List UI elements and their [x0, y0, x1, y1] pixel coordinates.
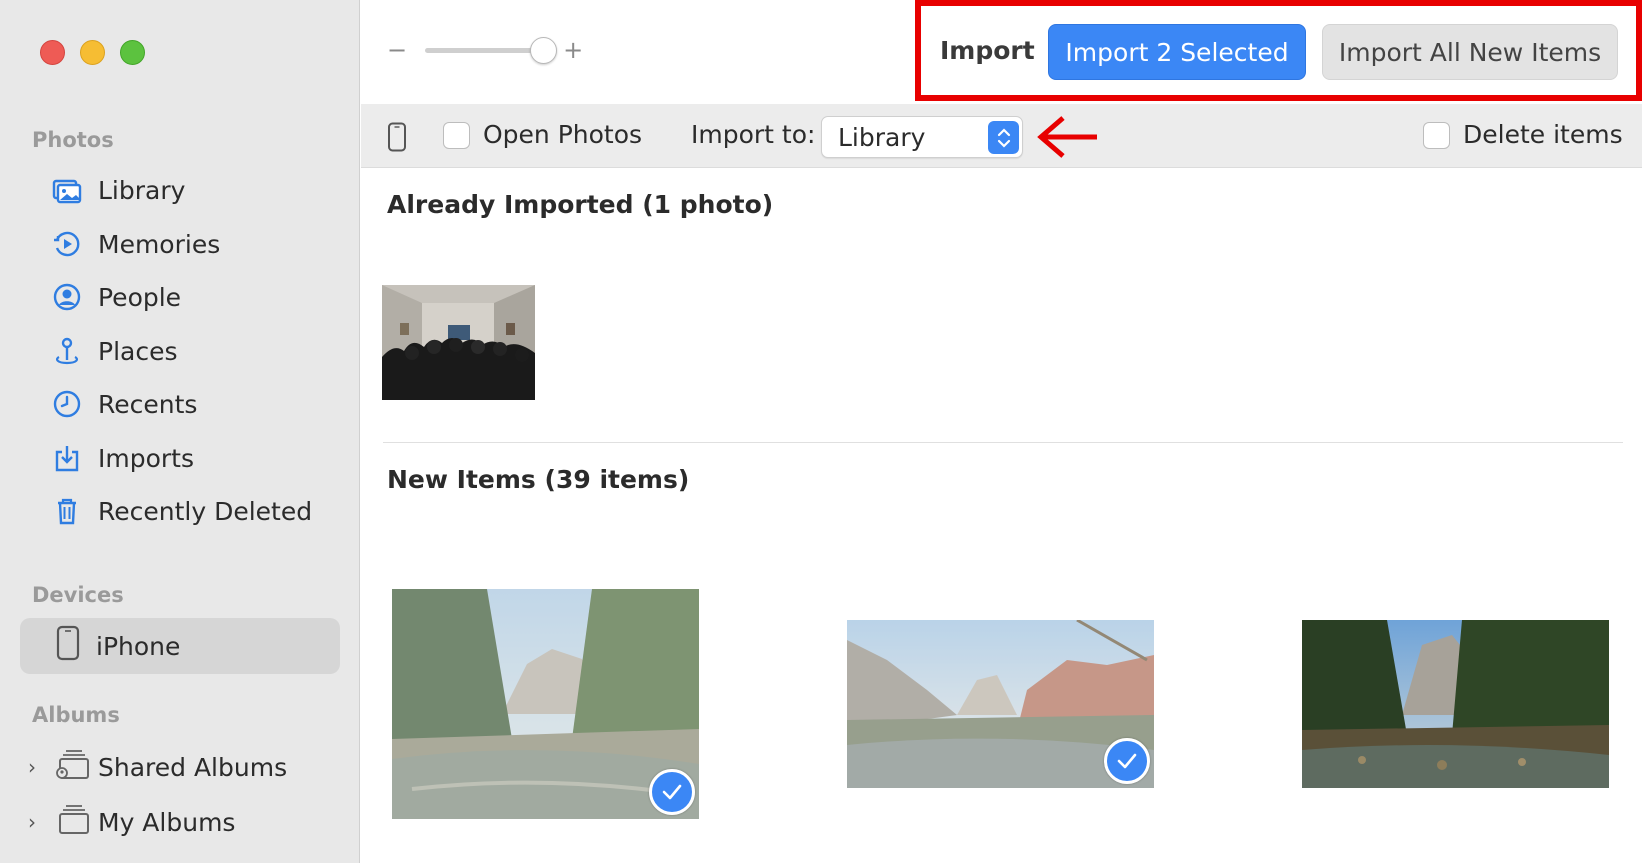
import-label: Import — [940, 36, 1035, 65]
import-options-bar: Open Photos Import to: Library Delete it… — [361, 104, 1642, 168]
import-tray-icon — [50, 441, 84, 475]
open-photos-label: Open Photos — [483, 120, 643, 149]
window-controls — [40, 40, 145, 65]
sidebar-item-label: Imports — [98, 443, 194, 473]
sidebar-item-places[interactable]: Places — [50, 329, 178, 373]
close-window-button[interactable] — [40, 40, 65, 65]
import-to-value: Library — [838, 123, 926, 152]
sidebar-item-label: Library — [98, 175, 186, 205]
shared-albums-icon — [54, 747, 90, 787]
sidebar-item-label: Memories — [98, 229, 221, 259]
sidebar-item-label: My Albums — [98, 807, 236, 837]
sidebar-item-people[interactable]: People — [50, 275, 181, 319]
zoom-slider[interactable] — [425, 36, 558, 64]
clock-icon — [50, 387, 84, 421]
delete-items-label: Delete items — [1463, 120, 1623, 149]
import-to-label: Import to: — [691, 120, 816, 149]
sidebar-item-label: Recents — [98, 389, 198, 419]
device-phone-icon — [387, 122, 407, 156]
annotation-arrow-icon — [1033, 112, 1101, 166]
photo-library-icon — [50, 173, 84, 207]
sidebar-item-shared-albums[interactable]: › Shared Albums — [28, 745, 287, 789]
iphone-icon — [56, 625, 80, 667]
sidebar-item-memories[interactable]: Memories — [50, 222, 220, 266]
disclosure-chevron-icon[interactable]: › — [28, 755, 46, 779]
delete-items-checkbox[interactable] — [1423, 122, 1450, 149]
zoom-in-button[interactable]: + — [563, 36, 583, 64]
section-label-albums: Albums — [32, 703, 120, 727]
sidebar-item-label: iPhone — [96, 631, 181, 661]
section-label-devices: Devices — [32, 583, 124, 607]
sidebar-item-label: Shared Albums — [98, 752, 288, 782]
minimize-window-button[interactable] — [80, 40, 105, 65]
already-imported-photo-thumbnail[interactable] — [382, 285, 535, 400]
sidebar-item-label: People — [98, 282, 182, 312]
new-item-photo-thumbnail[interactable] — [1302, 620, 1609, 788]
memories-icon — [50, 227, 84, 261]
new-item-photo-thumbnail[interactable] — [847, 620, 1154, 788]
zoom-window-button[interactable] — [120, 40, 145, 65]
sidebar: Photos Library Memories People Places Re… — [0, 0, 360, 863]
sidebar-item-label: Recently Deleted — [98, 496, 313, 526]
new-items-heading: New Items (39 items) — [387, 465, 690, 494]
sidebar-item-iphone[interactable]: iPhone — [20, 618, 340, 674]
already-imported-heading: Already Imported (1 photo) — [387, 190, 774, 219]
sidebar-item-label: Places — [98, 336, 178, 366]
open-photos-checkbox[interactable] — [443, 122, 470, 149]
selected-checkmark-icon[interactable] — [1104, 738, 1150, 784]
import-all-new-items-button[interactable]: Import All New Items — [1322, 24, 1618, 80]
trash-icon — [50, 494, 84, 528]
section-divider — [383, 442, 1623, 443]
disclosure-chevron-icon[interactable]: › — [28, 810, 46, 834]
select-stepper-icon — [988, 121, 1019, 154]
import-selected-button[interactable]: Import 2 Selected — [1048, 24, 1306, 80]
albums-stack-icon — [54, 802, 90, 842]
zoom-out-button[interactable]: − — [387, 36, 407, 64]
zoom-slider-knob[interactable] — [530, 36, 558, 64]
map-pin-icon — [50, 334, 84, 368]
person-circle-icon — [50, 280, 84, 314]
sidebar-item-library[interactable]: Library — [50, 168, 185, 212]
new-item-photo-thumbnail[interactable] — [392, 589, 699, 819]
sidebar-item-imports[interactable]: Imports — [50, 436, 194, 480]
import-to-select[interactable]: Library — [821, 116, 1023, 158]
sidebar-item-recents[interactable]: Recents — [50, 382, 197, 426]
selected-checkmark-icon[interactable] — [649, 769, 695, 815]
section-label-photos: Photos — [32, 128, 114, 152]
sidebar-item-recently-deleted[interactable]: Recently Deleted — [50, 489, 312, 533]
zoom-control: − + — [387, 36, 583, 64]
sidebar-item-my-albums[interactable]: › My Albums — [28, 800, 235, 844]
